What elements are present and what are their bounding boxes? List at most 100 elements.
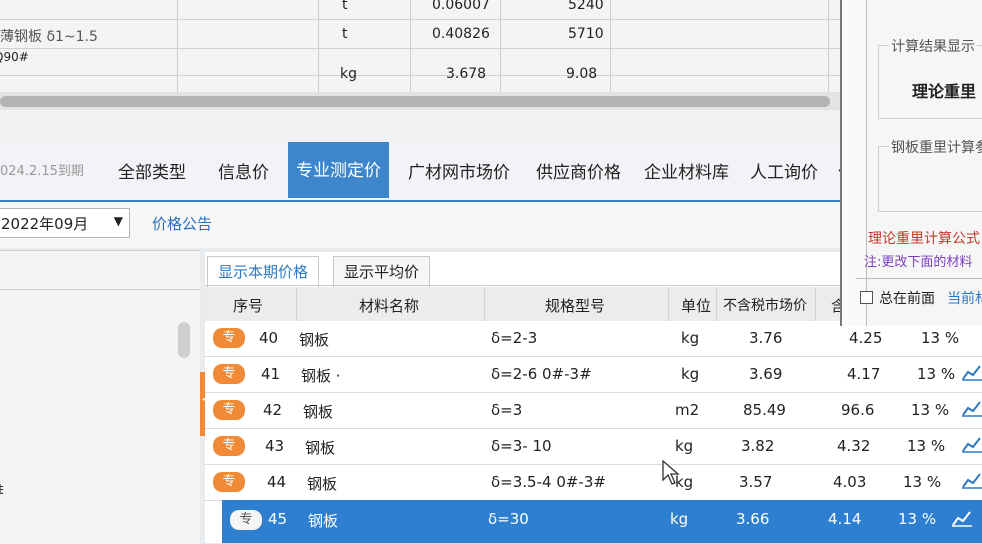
value-cell: 5240	[568, 0, 604, 13]
row-material-name: 钢板	[305, 439, 336, 457]
material-name: 薄钢板 δ1~1.5	[0, 29, 98, 45]
current-material-link[interactable]: 当前材	[947, 288, 982, 308]
row-tax-price: 4.32	[837, 437, 871, 455]
row-price: 3.69	[749, 365, 783, 383]
params-group: 钢板重里计算参	[878, 137, 982, 212]
tree-item-fragment[interactable]: ŧ	[0, 482, 4, 498]
tab-supplier-price[interactable]: 供应商价格	[530, 156, 627, 185]
unit-cell: kg	[340, 66, 357, 82]
table-row[interactable]: t 0.06007 5240	[0, 0, 880, 20]
value-cell: 9.08	[566, 66, 598, 82]
toolbar-spacer	[0, 110, 860, 142]
row-tax-price: 4.25	[849, 329, 883, 347]
value-cell: 3.678	[446, 66, 487, 82]
row-unit: kg	[670, 510, 689, 528]
row-material-name: 钢板	[299, 331, 330, 349]
value-cell: 5710	[568, 26, 604, 42]
row-tax-rate: 13 %	[907, 437, 946, 455]
table-row[interactable]: 专 43 钢板 δ=3- 10 kg 3.82 4.32 13 %	[205, 429, 982, 465]
trend-chart-icon[interactable]	[962, 435, 982, 453]
mouse-cursor-icon	[662, 460, 680, 485]
row-spec: δ=2-3	[491, 329, 538, 347]
row-price: 3.66	[736, 510, 770, 528]
trend-chart-icon[interactable]	[962, 399, 982, 417]
result-group-title: 计算结果显示	[889, 36, 977, 56]
subtab-average-price[interactable]: 显示平均价	[333, 256, 431, 288]
header-unit[interactable]: 单位	[681, 295, 711, 316]
trend-chart-icon[interactable]	[962, 363, 982, 381]
tab-professional-price[interactable]: 专业测定价	[288, 142, 389, 198]
table-row[interactable]: 专 40 钢板 δ=2-3 kg 3.76 4.25 13 %	[205, 321, 982, 357]
params-group-title: 钢板重里计算参	[889, 137, 982, 157]
professional-badge: 专	[213, 364, 245, 384]
professional-badge: 专	[213, 328, 245, 348]
value-cell: 0.40826	[432, 26, 490, 42]
trend-chart-icon[interactable]	[952, 509, 972, 527]
professional-badge: 专	[213, 472, 245, 492]
row-spec: δ=2-6 0#-3#	[491, 365, 592, 383]
row-unit: kg	[681, 365, 700, 383]
checkbox-box[interactable]	[860, 291, 873, 304]
table-row[interactable]: kg 3.678 9.08	[0, 61, 880, 88]
row-spec: δ=3.5-4 0#-3#	[491, 473, 606, 491]
table-row[interactable]: 薄钢板 δ1~1.5 t 0.40826 5710	[0, 21, 880, 49]
table-row[interactable]: 专 42 钢板 δ=3 m2 85.49 96.6 13 %	[205, 393, 982, 429]
row-price: 3.57	[739, 473, 773, 491]
row-material-name: 钢板	[308, 512, 339, 530]
row-tax-rate: 13 %	[921, 329, 960, 347]
previous-results-table: t 0.06007 5240 薄钢板 δ1~1.5 t 0.40826 5710…	[0, 0, 880, 93]
row-no: 41	[261, 365, 281, 383]
tab-info-price[interactable]: 信息价	[212, 156, 275, 185]
row-no: 43	[265, 437, 285, 455]
tab-manual-inquiry[interactable]: 人工询价	[744, 156, 824, 185]
vertical-scroll-thumb[interactable]	[178, 322, 190, 358]
row-no: 42	[263, 401, 283, 419]
professional-badge: 专	[213, 436, 245, 456]
row-tax-price: 4.03	[833, 473, 867, 491]
chevron-down-icon: ▼	[113, 214, 123, 228]
row-tax-rate: 13 %	[911, 401, 950, 419]
row-no: 40	[259, 329, 279, 347]
always-on-top-checkbox[interactable]: 总在前面	[860, 288, 935, 308]
row-price: 3.76	[749, 329, 783, 347]
period-value: 2022年09月	[1, 215, 89, 233]
table-row-selected[interactable]: 专 45 钢板 δ=30 kg 3.66 4.14 13 %	[222, 500, 982, 544]
row-no: 44	[267, 473, 287, 491]
tab-market-price[interactable]: 广材网市场价	[402, 156, 516, 185]
row-no: 45	[268, 510, 288, 528]
row-spec: δ=30	[488, 510, 529, 528]
professional-badge: 专	[213, 400, 245, 420]
row-material-name: 钢板	[307, 475, 338, 493]
row-tax-price: 4.17	[847, 365, 881, 383]
note-text: 注:更改下面的材料	[864, 255, 973, 270]
table-row[interactable]: 专 44 钢板 δ=3.5-4 0#-3# kg 3.57 4.03 13 %	[205, 465, 982, 501]
horizontal-scroll-thumb[interactable]	[0, 96, 830, 107]
price-type-tabs: 024.2.15到期 全部类型 信息价 专业测定价 广材网市场价 供应商价格 企…	[0, 142, 860, 202]
table-row[interactable]: 专 41 钢板 · δ=2-6 0#-3# kg 3.69 4.17 13 %	[205, 357, 982, 393]
header-no[interactable]: 序号	[233, 295, 263, 316]
value-cell: 0.06007	[432, 0, 490, 13]
period-select[interactable]: 2022年09月 ▼	[0, 208, 130, 238]
tab-enterprise-library[interactable]: 企业材料库	[638, 156, 735, 185]
license-expiry: 024.2.15到期	[0, 164, 84, 179]
unit-cell: t	[342, 0, 348, 13]
header-material-name[interactable]: 材料名称	[359, 295, 419, 316]
row-spec: δ=3	[491, 401, 523, 419]
row-tax-rate: 13 %	[917, 365, 956, 383]
professional-badge: 专	[230, 510, 262, 530]
trend-chart-icon[interactable]	[962, 471, 982, 489]
price-notice-link[interactable]: 价格公告	[152, 213, 212, 234]
subtab-current-price[interactable]: 显示本期价格	[207, 256, 320, 288]
formula-text: 理论重里计算公式	[868, 231, 980, 247]
divider	[0, 289, 200, 290]
row-unit: kg	[675, 437, 694, 455]
row-material-name: 钢板 ·	[301, 367, 341, 385]
row-price: 3.82	[741, 437, 775, 455]
row-unit: m2	[675, 401, 700, 419]
tab-all-types[interactable]: 全部类型	[112, 156, 192, 185]
header-price-excl-tax[interactable]: 不含税市场价	[723, 295, 807, 315]
row-tax-rate: 13 %	[898, 510, 937, 528]
header-spec[interactable]: 规格型号	[545, 295, 605, 316]
always-on-top-label: 总在前面	[879, 291, 935, 307]
row-tax-price: 96.6	[841, 401, 875, 419]
